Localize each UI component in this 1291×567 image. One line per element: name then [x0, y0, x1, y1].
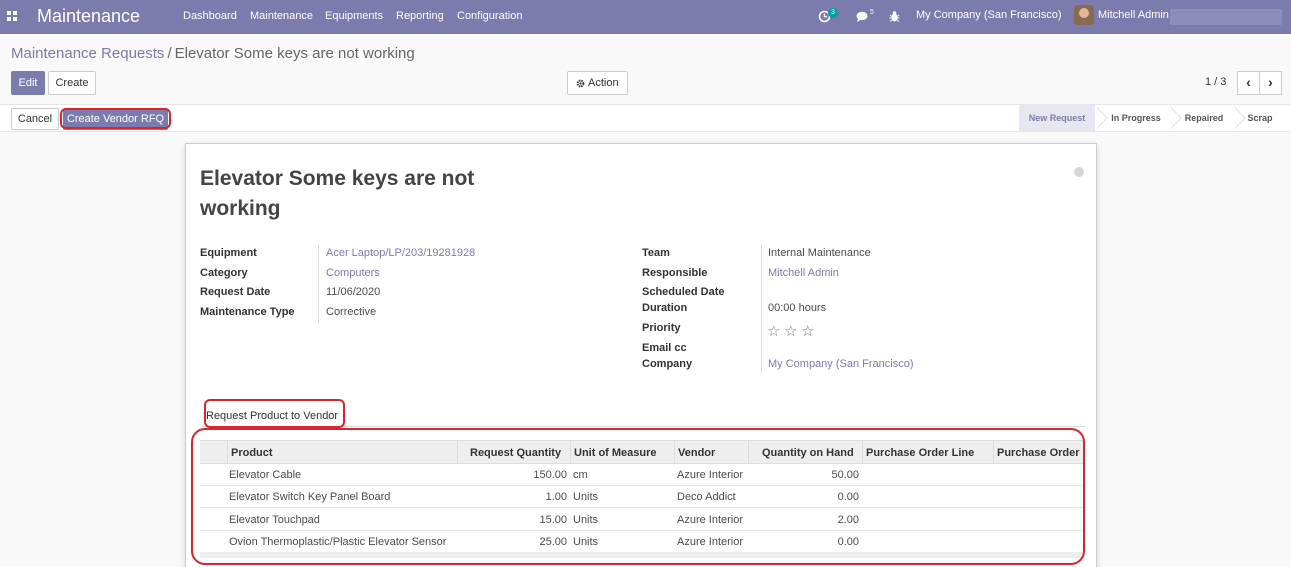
breadcrumb-parent[interactable]: Maintenance Requests: [11, 45, 164, 62]
request-date-value[interactable]: 11/06/2020: [326, 286, 380, 298]
apps-icon[interactable]: [7, 11, 18, 22]
priority-label: Priority: [642, 322, 681, 334]
field-separator: [318, 245, 319, 323]
priority-star-icon[interactable]: ☆: [784, 322, 797, 340]
company-value[interactable]: My Company (San Francisco): [768, 358, 914, 370]
menu-equipments[interactable]: Equipments: [325, 10, 383, 22]
app-brand[interactable]: Maintenance: [37, 6, 140, 27]
breadcrumb: Maintenance Requests / Elevator Some keys …: [11, 45, 415, 62]
chevron-left-icon: ‹: [1246, 74, 1251, 90]
company-switcher[interactable]: My Company (San Francisco): [916, 9, 1062, 21]
duration-value[interactable]: 00:00 hours: [768, 302, 826, 314]
redacted-area: [1170, 9, 1282, 25]
stage-scrap[interactable]: Scrap: [1240, 105, 1280, 131]
stage-divider: [1230, 105, 1240, 131]
stage-new-request[interactable]: New Request: [1019, 105, 1095, 131]
scheduled-date-label: Scheduled Date: [642, 286, 725, 298]
stage-in-progress[interactable]: In Progress: [1104, 105, 1168, 131]
edit-button[interactable]: Edit: [11, 71, 45, 95]
equipment-value[interactable]: Acer Laptop/LP/203/19281928: [326, 247, 475, 259]
responsible-label: Responsible: [642, 267, 708, 279]
stage-divider: [1166, 105, 1176, 131]
menu-configuration[interactable]: Configuration: [457, 10, 522, 22]
category-label: Category: [200, 267, 248, 279]
maintenance-type-label: Maintenance Type: [200, 306, 295, 318]
maintenance-type-value[interactable]: Corrective: [326, 306, 376, 318]
user-menu[interactable]: Mitchell Admin: [1098, 9, 1169, 21]
bug-icon[interactable]: [889, 10, 900, 23]
cancel-button[interactable]: Cancel: [11, 108, 59, 130]
action-label: Action: [588, 77, 619, 89]
category-value[interactable]: Computers: [326, 267, 380, 279]
vendor-rfq-highlight: [60, 108, 171, 129]
action-button[interactable]: Action: [567, 71, 628, 95]
team-label: Team: [642, 247, 670, 259]
stage-divider: [1092, 105, 1102, 131]
form-statusbar: Cancel Create Vendor RFQ New Request In …: [0, 104, 1291, 132]
breadcrumb-separator: /: [167, 45, 172, 62]
avatar[interactable]: [1074, 5, 1094, 25]
equipment-label: Equipment: [200, 247, 257, 259]
table-highlight: [191, 428, 1085, 565]
duration-label: Duration: [642, 302, 688, 314]
request-date-label: Request Date: [200, 286, 271, 298]
request-title[interactable]: Elevator Some keys are not working: [200, 164, 500, 224]
menu-dashboard[interactable]: Dashboard: [183, 10, 237, 22]
create-button[interactable]: Create: [48, 71, 96, 95]
stage-repaired[interactable]: Repaired: [1177, 105, 1231, 131]
kanban-state-dot[interactable]: [1074, 167, 1084, 177]
activity-count-badge: 3: [828, 8, 838, 18]
top-navbar: Maintenance Dashboard Maintenance Equipm…: [0, 0, 1291, 34]
pager-next-button[interactable]: ›: [1259, 71, 1282, 95]
priority-star-icon[interactable]: ☆: [801, 322, 814, 340]
email-cc-label: Email cc: [642, 342, 687, 354]
message-count-badge: 5: [870, 9, 874, 16]
company-label: Company: [642, 358, 693, 370]
tab-highlight: [204, 399, 345, 428]
request-title-line1: Elevator Some keys are not: [200, 167, 475, 190]
gear-icon: [576, 79, 585, 88]
pager-value[interactable]: 1 / 3: [1205, 76, 1226, 88]
team-value[interactable]: Internal Maintenance: [768, 247, 871, 259]
menu-reporting[interactable]: Reporting: [396, 10, 444, 22]
request-title-line2: working: [200, 197, 281, 220]
field-separator: [761, 245, 762, 373]
breadcrumb-current: Elevator Some keys are not working: [174, 45, 415, 62]
priority-star-icon[interactable]: ☆: [767, 322, 780, 340]
menu-maintenance[interactable]: Maintenance: [250, 10, 313, 22]
chevron-right-icon: ›: [1268, 74, 1273, 90]
responsible-value[interactable]: Mitchell Admin: [768, 267, 839, 279]
pager-previous-button[interactable]: ‹: [1237, 71, 1260, 95]
